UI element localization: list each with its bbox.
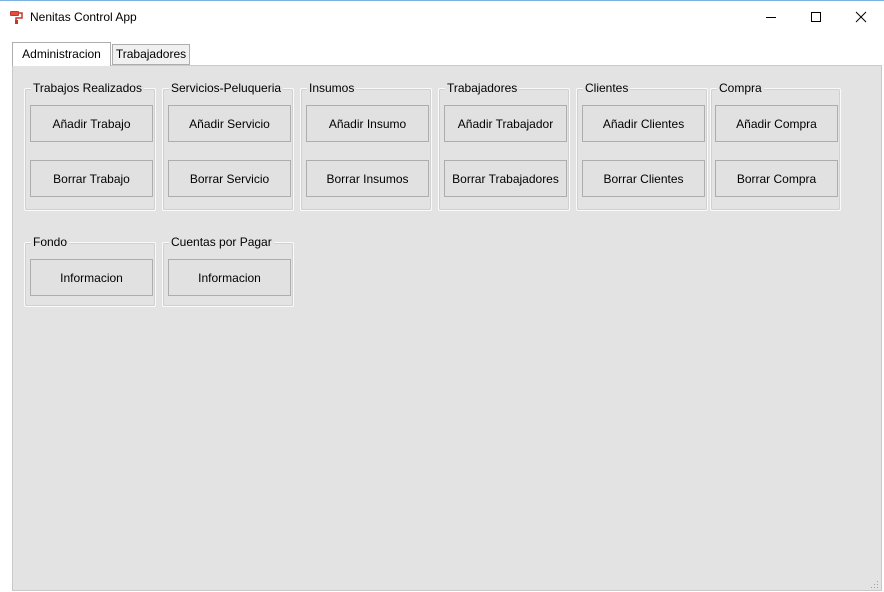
resize-grip-icon[interactable] (869, 578, 879, 588)
group-title: Trabajos Realizados (31, 81, 144, 96)
group-servicios-peluqueria: Servicios-Peluqueria Añadir Servicio Bor… (162, 81, 294, 211)
borrar-compra-button[interactable]: Borrar Compra (715, 160, 838, 197)
borrar-trabajadores-button[interactable]: Borrar Trabajadores (444, 160, 567, 197)
tab-trabajadores[interactable]: Trabajadores (112, 44, 190, 65)
anadir-clientes-button[interactable]: Añadir Clientes (582, 105, 705, 142)
group-title: Fondo (31, 235, 70, 250)
anadir-trabajador-button[interactable]: Añadir Trabajador (444, 105, 567, 142)
tab-strip: Administracion Trabajadores (0, 32, 884, 66)
borrar-insumos-button[interactable]: Borrar Insumos (306, 160, 429, 197)
borrar-servicio-button[interactable]: Borrar Servicio (168, 160, 291, 197)
group-cuentas-por-pagar: Cuentas por Pagar Informacion (162, 235, 294, 307)
title-bar[interactable]: Nenitas Control App (0, 1, 884, 32)
group-title: Cuentas por Pagar (169, 235, 274, 250)
close-button[interactable] (838, 2, 884, 32)
tab-administracion[interactable]: Administracion (12, 42, 111, 66)
group-trabajadores: Trabajadores Añadir Trabajador Borrar Tr… (438, 81, 570, 211)
anadir-insumo-button[interactable]: Añadir Insumo (306, 105, 429, 142)
group-title: Servicios-Peluqueria (169, 81, 284, 96)
cuentas-informacion-button[interactable]: Informacion (168, 259, 291, 296)
anadir-trabajo-button[interactable]: Añadir Trabajo (30, 105, 153, 142)
minimize-icon (766, 17, 776, 18)
group-clientes: Clientes Añadir Clientes Borrar Clientes (576, 81, 708, 211)
group-title: Clientes (583, 81, 631, 96)
group-compra: Compra Añadir Compra Borrar Compra (710, 81, 841, 211)
maximize-icon (811, 12, 821, 22)
group-title: Compra (717, 81, 764, 96)
borrar-trabajo-button[interactable]: Borrar Trabajo (30, 160, 153, 197)
borrar-clientes-button[interactable]: Borrar Clientes (582, 160, 705, 197)
group-title: Insumos (307, 81, 357, 96)
group-fondo: Fondo Informacion (24, 235, 156, 307)
paint-roller-icon (9, 9, 25, 25)
group-title: Trabajadores (445, 81, 520, 96)
minimize-button[interactable] (748, 2, 794, 32)
group-trabajos-realizados: Trabajos Realizados Añadir Trabajo Borra… (24, 81, 156, 211)
fondo-informacion-button[interactable]: Informacion (30, 259, 153, 296)
anadir-servicio-button[interactable]: Añadir Servicio (168, 105, 291, 142)
group-insumos: Insumos Añadir Insumo Borrar Insumos (300, 81, 432, 211)
window-title: Nenitas Control App (30, 10, 137, 24)
tab-content-administracion: Trabajos Realizados Añadir Trabajo Borra… (12, 65, 882, 591)
maximize-button[interactable] (793, 2, 839, 32)
close-icon (855, 11, 867, 23)
anadir-compra-button[interactable]: Añadir Compra (715, 105, 838, 142)
